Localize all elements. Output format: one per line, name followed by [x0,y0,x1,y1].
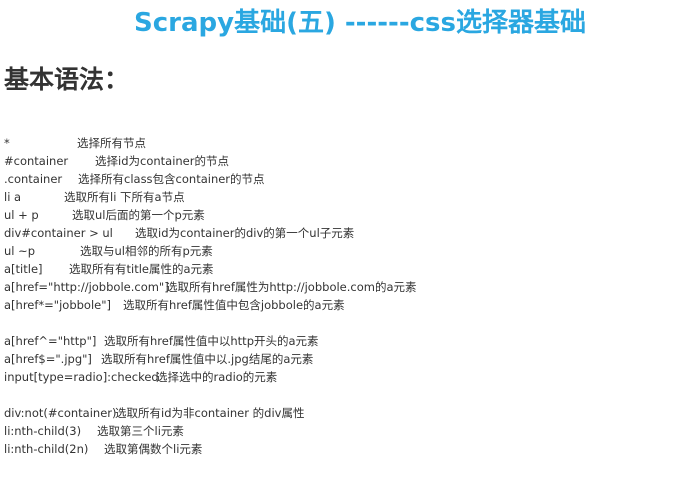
description: 选择所有节点 [77,136,146,150]
selector: li:nth-child(3) [4,424,82,438]
description: 选取与ul相邻的所有p元素 [80,244,213,258]
selector: a[title] [4,262,43,276]
syntax-row: li:nth-child(2n) 选取第偶数个li元素 [4,440,417,458]
description: 选择id为container的节点 [95,154,229,168]
selector: a[href="http://jobbole.com"] [4,280,169,294]
selector: a[href*="jobbole"] [4,298,112,312]
description: 选取ul后面的第一个p元素 [72,208,205,222]
syntax-row: a[href$=".jpg"] 选取所有href属性值中以.jpg结尾的a元素 [4,350,417,368]
syntax-row: ul + p 选取ul后面的第一个p元素 [4,206,417,224]
syntax-list: * 选择所有节点 #container 选择id为container的节点 .con… [4,134,417,458]
description: 选取所有id为非container 的div属性 [115,406,305,420]
description: 选择选中的radio的元素 [156,370,278,384]
selector: * [4,136,10,150]
description: 选取所有href属性值中以http开头的a元素 [104,334,319,348]
selector: div:not(#container) [4,406,117,420]
syntax-row: li a 选取所有li 下所有a节点 [4,188,417,206]
selector: a[href$=".jpg"] [4,352,92,366]
syntax-row: #container 选择id为container的节点 [4,152,417,170]
selector: a[href^="http"] [4,334,97,348]
syntax-row: input[type=radio]:checked选择选中的radio的元素 [4,368,417,386]
description: 选取所有href属性值中以.jpg结尾的a元素 [101,352,314,366]
page-title: Scrapy基础(五) ------css选择器基础 [134,8,586,38]
syntax-row: div:not(#container)选取所有id为非container 的di… [4,404,417,422]
section-heading: 基本语法： [4,65,130,94]
syntax-row: li:nth-child(3) 选取第三个li元素 [4,422,417,440]
description: 选取所有有title属性的a元素 [69,262,214,276]
selector: .container [4,172,63,186]
syntax-row: ul ~p 选取与ul相邻的所有p元素 [4,242,417,260]
description: 选取第偶数个li元素 [104,442,203,456]
selector: #container [4,154,69,168]
description: 选取所有li 下所有a节点 [64,190,185,204]
syntax-row: a[href*="jobbole"] 选取所有href属性值中包含jobbole的… [4,296,417,314]
syntax-row: a[href="http://jobbole.com"]选取所有href属性为h… [4,278,417,296]
description: 选取所有href属性值中包含jobbole的a元素 [123,298,345,312]
syntax-row: * 选择所有节点 [4,134,417,152]
selector: div#container > ul [4,226,113,240]
selector: ul ~p [4,244,36,258]
syntax-row: a[title] 选取所有有title属性的a元素 [4,260,417,278]
selector: li:nth-child(2n) [4,442,89,456]
selector: input[type=radio]:checked [4,370,159,384]
syntax-row: a[href^="http"] 选取所有href属性值中以http开头的a元素 [4,332,417,350]
description: 选取id为container的div的第一个ul子元素 [135,226,355,240]
description: 选取所有href属性为http://jobbole.com的a元素 [166,280,417,294]
syntax-row: .container 选择所有class包含container的节点 [4,170,417,188]
selector: ul + p [4,208,39,222]
description: 选择所有class包含container的节点 [78,172,265,186]
syntax-row: div#container > ul 选取id为container的div的第一个… [4,224,417,242]
description: 选取第三个li元素 [97,424,184,438]
selector: li a [4,190,22,204]
